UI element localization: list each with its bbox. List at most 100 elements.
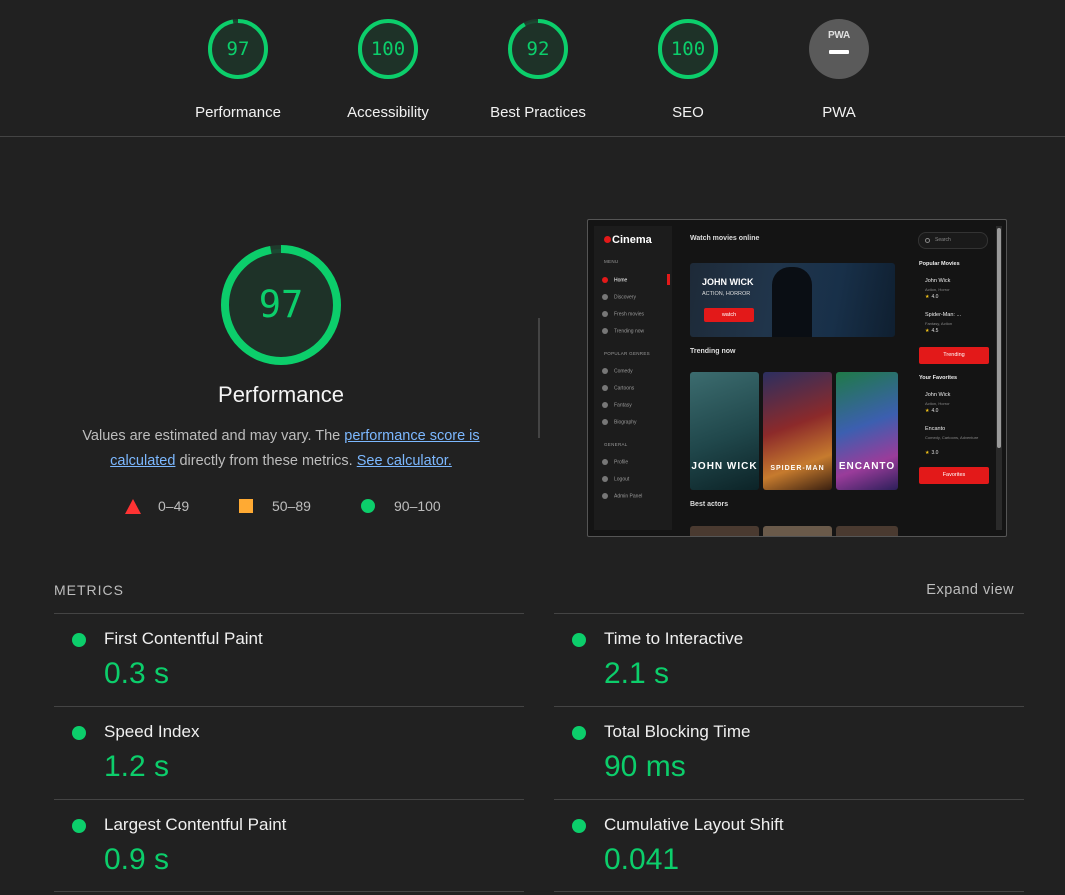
refresh-icon — [602, 311, 608, 317]
metric-name: Cumulative Layout Shift — [604, 815, 784, 834]
poster-title: ENCANTO — [838, 461, 896, 472]
preview-logo: Cinema — [604, 234, 652, 246]
preview-nav-home: Home — [602, 277, 627, 283]
metric-name: Total Blocking Time — [604, 722, 751, 741]
pass-circle-icon — [72, 633, 86, 647]
metric-cumulative-layout-shift: Cumulative Layout Shift 0.041 — [554, 799, 1024, 892]
preview-sidebar: Cinema MENU Home Discovery Fresh movies … — [594, 226, 672, 530]
hero-watch-button: watch — [704, 308, 754, 322]
smile-icon — [602, 368, 608, 374]
preview-favorites-heading: Your Favorites — [919, 375, 958, 381]
metric-name: Speed Index — [104, 722, 200, 741]
metrics-header: METRICS — [54, 582, 124, 598]
gauge-score: 100 — [370, 38, 406, 60]
preview-main: Watch movies online JOHN WICK ACTION, HO… — [686, 226, 898, 536]
hero-figure-image — [772, 267, 812, 337]
final-screenshot-preview[interactable]: Cinema MENU Home Discovery Fresh movies … — [587, 219, 1007, 537]
triangle-icon — [125, 499, 141, 514]
logo-icon — [604, 236, 611, 243]
gauge-ring: 100 — [357, 18, 419, 80]
nav-label: Fantasy — [614, 402, 632, 409]
gauge-performance[interactable]: 97 Performance — [178, 18, 298, 121]
movie-genres: Action, Horror — [925, 401, 950, 406]
nav-label: Admin Panel — [614, 493, 643, 500]
actor-image — [690, 526, 759, 536]
preview-nav-fantasy: Fantasy — [602, 402, 632, 408]
movie-rating: ★ 4.5 — [925, 328, 938, 334]
actor-image — [763, 526, 832, 536]
gauge-score: 97 — [226, 38, 250, 60]
nav-label: Cartoons — [614, 385, 635, 392]
description-text: directly from these metrics. — [175, 453, 357, 469]
gauge-label: PWA — [822, 104, 856, 121]
preview-right-panel: Search Popular Movies John Wick Action, … — [914, 226, 992, 530]
gauge-best-practices[interactable]: 92 Best Practices — [478, 18, 598, 121]
poster-image: JOHN WICK — [690, 372, 759, 490]
wand-icon — [602, 402, 608, 408]
rating-value: 4.5 — [931, 328, 939, 334]
metric-value: 1.2 s — [104, 750, 170, 783]
gauge-label: Best Practices — [490, 104, 586, 121]
preview-nav-discovery: Discovery — [602, 294, 636, 300]
category-scores-bar: 97 Performance 100 Accessibility 92 Best… — [0, 0, 1065, 137]
metric-value: 90 ms — [604, 750, 686, 783]
gauge-pwa[interactable]: PWA PWA — [779, 18, 899, 121]
active-indicator — [667, 274, 670, 285]
divider — [538, 318, 540, 438]
description-text: Values are estimated and may vary. The — [82, 428, 345, 444]
gauge-label: Performance — [195, 104, 281, 121]
rating-value: 4.0 — [931, 294, 939, 300]
metric-value: 0.041 — [604, 843, 680, 876]
poster-image: SPIDER-MAN — [763, 372, 832, 490]
movie-genres: Action, Horror — [925, 287, 950, 292]
main-gauge-title: Performance — [218, 382, 344, 407]
rating-value: 3.0 — [931, 450, 939, 456]
preview-nav-fresh: Fresh movies — [602, 311, 644, 317]
metric-value: 0.3 s — [104, 657, 170, 690]
metric-name: First Contentful Paint — [104, 629, 263, 648]
nav-label: Comedy — [614, 368, 633, 375]
preview-search: Search — [918, 232, 988, 249]
poster-title: SPIDER-MAN — [770, 465, 825, 472]
gauge-ring: 97 — [207, 18, 269, 80]
divider — [554, 891, 1024, 892]
gauge-score: 100 — [670, 38, 706, 60]
metric-name: Time to Interactive — [604, 629, 744, 648]
preview-nav-trending: Trending now — [602, 328, 644, 334]
star-icon: ★ — [925, 408, 930, 414]
star-icon: ★ — [925, 450, 930, 456]
movie-title: John Wick — [925, 278, 951, 284]
hero-subtitle: ACTION, HORROR — [702, 291, 751, 297]
main-gauge-score: 97 — [258, 283, 304, 326]
preview-heading: Watch movies online — [690, 235, 760, 242]
metrics-left-column: First Contentful Paint 0.3 s Speed Index… — [54, 613, 524, 892]
metric-total-blocking-time: Total Blocking Time 90 ms — [554, 706, 1024, 799]
poster-image: ENCANTO — [836, 372, 898, 490]
scrollbar-thumb — [997, 228, 1001, 448]
movie-title: Encanto — [925, 426, 946, 432]
metric-largest-contentful-paint: Largest Contentful Paint 0.9 s — [54, 799, 524, 892]
preview-trending-button: Trending — [919, 347, 989, 364]
gauge-accessibility[interactable]: 100 Accessibility — [328, 18, 448, 121]
nav-label: Home — [614, 277, 628, 284]
pass-circle-icon — [572, 819, 586, 833]
pass-circle-icon — [72, 726, 86, 740]
nav-label: Biography — [614, 419, 637, 426]
see-calculator-link[interactable]: See calculator. — [357, 453, 452, 469]
nav-label: Fresh movies — [614, 311, 645, 318]
pass-circle-icon — [572, 726, 586, 740]
divider — [54, 891, 524, 892]
performance-main-gauge: 97 — [218, 242, 344, 368]
fire-icon — [602, 328, 608, 334]
search-icon — [925, 238, 930, 243]
metric-value: 2.1 s — [604, 657, 670, 690]
movie-rating: ★ 3.0 — [925, 450, 938, 456]
preview-nav-biography: Biography — [602, 419, 637, 425]
nav-label: Profile — [614, 459, 629, 466]
preview-popular-heading: Popular Movies — [919, 261, 960, 267]
gauge-seo[interactable]: 100 SEO — [628, 18, 748, 121]
preview-favorites-button: Favorites — [919, 467, 989, 484]
metric-first-contentful-paint: First Contentful Paint 0.3 s — [54, 613, 524, 706]
lock-icon — [602, 493, 608, 499]
expand-view-toggle[interactable]: Expand view — [926, 582, 1014, 598]
